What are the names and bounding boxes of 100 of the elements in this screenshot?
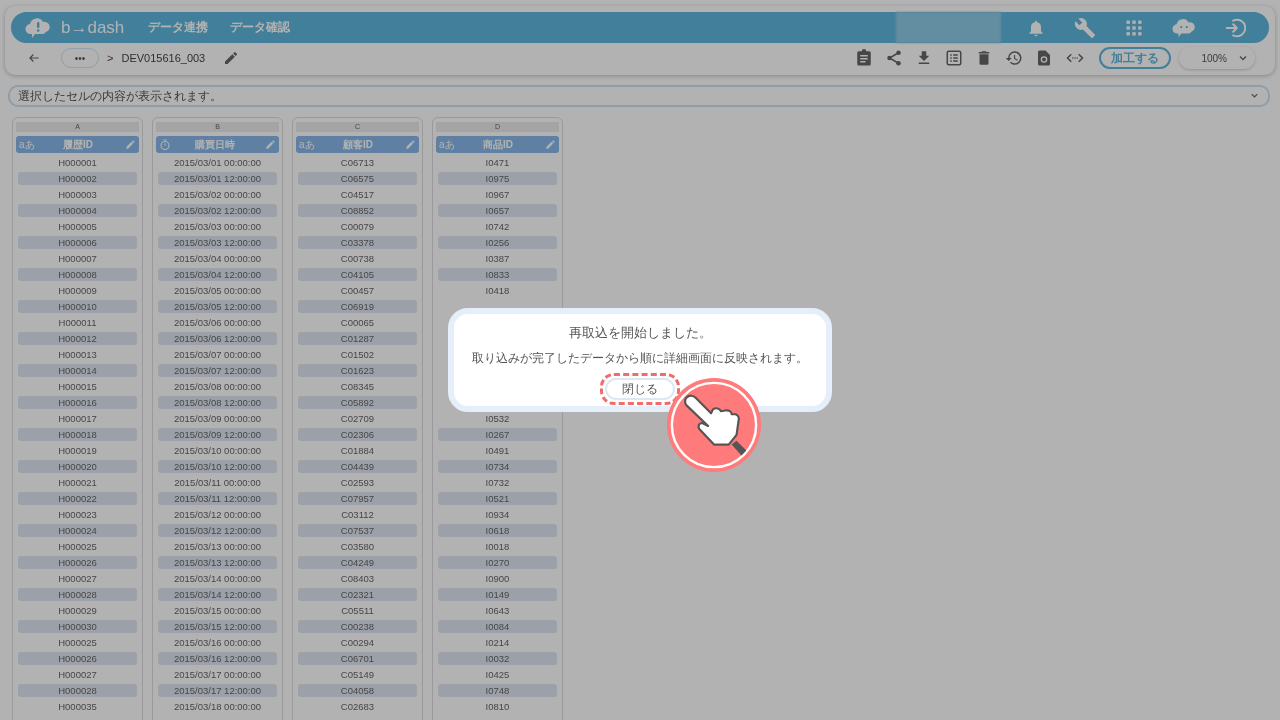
table-cell-text: I0532 [484,412,511,425]
table-cell-text: C04517 [339,188,376,201]
table-cell: 2015/03/09 12:00:00 [158,428,277,441]
table-cell-text: I0900 [484,572,511,585]
table-cell: H000028 [18,684,137,697]
table-cell-text: I0471 [484,156,511,169]
more-button[interactable]: ••• [61,48,99,68]
table-cell: 2015/03/13 12:00:00 [158,556,277,569]
cell-content-field[interactable]: 選択したセルの内容が表示されます。 [8,85,1270,107]
table-cell-text: I0967 [484,188,511,201]
table-cell-text: 2015/03/06 00:00:00 [172,316,263,329]
table-cell-text: H000011 [57,316,98,329]
table-cell-text: C02683 [339,700,376,713]
table-cell-text: 2015/03/18 00:00:00 [172,700,263,713]
table-cell-text: C06713 [339,156,376,169]
table-cell: H000002 [18,172,137,185]
table-cell: I0149 [438,588,557,601]
table-cell-text: 2015/03/08 00:00:00 [172,380,263,393]
table-cell-text: H000025 [57,540,98,553]
process-button[interactable]: 加工する [1099,47,1171,69]
table-cell-text: I0810 [484,700,511,713]
cloud-character-icon[interactable] [1172,16,1196,39]
table-cell-text: 2015/03/02 00:00:00 [172,188,263,201]
table-cell: H000022 [18,492,137,505]
table-cell-text: C00457 [339,284,376,297]
table-cell: H000030 [18,620,137,633]
back-arrow-icon[interactable] [27,51,41,65]
table-cell: C04058 [298,684,417,697]
table-cell: 2015/03/12 12:00:00 [158,524,277,537]
table-cell-text: C03580 [339,540,376,553]
breadcrumb-title: DEV015616_003 [121,52,206,64]
table-cell: H000010 [18,300,137,313]
column-header[interactable]: aあ 顧客ID [296,136,419,153]
table-cell-text: C00079 [339,220,376,233]
table-cell-text: 2015/03/12 00:00:00 [172,508,263,521]
table-cell-text: I0018 [484,540,511,553]
table-cell-text: C08345 [339,380,376,393]
table-cell: I0748 [438,684,557,697]
table-cell-text: I0732 [484,476,511,489]
table-cell: I0270 [438,556,557,569]
table-cell: I0657 [438,204,557,217]
table-cell: 2015/03/03 12:00:00 [158,236,277,249]
table-cell: H000008 [18,268,137,281]
list-icon[interactable] [945,49,963,67]
nav-link[interactable]: データ連携 [148,19,209,36]
file-refresh-icon[interactable] [1035,49,1053,67]
column-name: 顧客ID [342,137,374,152]
table-cell: C02321 [298,588,417,601]
share-icon[interactable] [885,49,903,67]
table-cell-text: H000007 [57,252,98,265]
table-cell: C07957 [298,492,417,505]
table-cell-text: 2015/03/11 00:00:00 [173,476,262,489]
table-cell: I0833 [438,268,557,281]
table-cell: H000026 [18,652,137,665]
table-cell: 2015/03/08 12:00:00 [158,396,277,409]
table-cell-text: H000029 [57,604,98,617]
history-icon[interactable] [1005,49,1023,67]
zoom-select[interactable]: 100% [1179,47,1255,69]
table-cell-text: 2015/03/13 00:00:00 [172,540,263,553]
table-cell: I0032 [438,652,557,665]
wrench-icon[interactable] [1074,16,1096,39]
table-cell: 2015/03/17 12:00:00 [158,684,277,697]
table-cell: H000006 [18,236,137,249]
column-name: 購買日時 [194,137,236,152]
dialog-title: 再取込を開始しました。 [568,324,712,342]
column-header[interactable]: 購買日時 [156,136,279,153]
table-cell-text: C00294 [339,636,376,649]
table-cell-text: H000023 [57,508,98,521]
column-header[interactable]: aあ 商品ID [436,136,559,153]
table-cell-text: C08403 [339,572,376,585]
nav-link[interactable]: データ確認 [230,19,291,36]
table-cell: 2015/03/02 12:00:00 [158,204,277,217]
table-cell-text: H000021 [57,476,98,489]
column-name: 商品ID [482,137,514,152]
table-cell-text: C01884 [339,444,376,457]
table-cell-text: 2015/03/16 00:00:00 [172,636,263,649]
table-cell: 2015/03/04 12:00:00 [158,268,277,281]
table-cell: C06575 [298,172,417,185]
cloud-logo-icon [25,16,51,39]
table-cell: 2015/03/05 12:00:00 [158,300,277,313]
table-cell-text: H000001 [57,156,98,169]
logout-icon[interactable] [1224,16,1246,39]
table-cell-text: H000013 [57,348,98,361]
table-cell: H000020 [18,460,137,473]
table-cell: 2015/03/14 12:00:00 [158,588,277,601]
pencil-icon[interactable] [223,50,240,66]
column-header[interactable]: aあ 履歴ID [16,136,139,153]
clipboard-icon[interactable] [855,49,873,67]
logo-text[interactable]: b→dash [61,17,125,38]
table-cell-text: C01502 [339,348,376,361]
table-cell: I0734 [438,460,557,473]
close-button[interactable]: 閉じる [605,378,675,400]
table-cell-text: C02709 [339,412,376,425]
table-cell: C07537 [298,524,417,537]
table-cell-text: C03112 [340,508,375,521]
table-cell: C04249 [298,556,417,569]
breadcrumb-separator: > [107,52,114,64]
table-cell: H000014 [18,364,137,377]
table-cell-text: C05511 [340,604,375,617]
table-cell: H000026 [18,556,137,569]
